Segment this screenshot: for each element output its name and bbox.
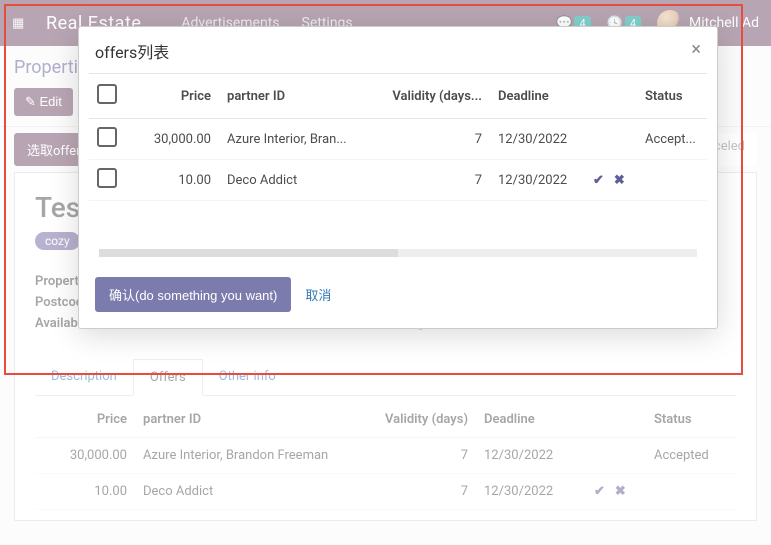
confirm-button[interactable]: 确认(do something you want) [95, 277, 291, 312]
cell-price: 30,000.00 [129, 119, 219, 160]
cell-validity: 7 [370, 119, 490, 160]
mcol-validity[interactable]: Validity (days... [370, 74, 490, 119]
row-checkbox[interactable] [97, 168, 117, 188]
cell-status [637, 160, 707, 201]
select-all-checkbox[interactable] [97, 84, 117, 104]
reject-icon[interactable]: ✖ [614, 173, 625, 188]
mcol-status[interactable]: Status [637, 74, 707, 119]
table-row[interactable]: 30,000.00Azure Interior, Bran...712/30/2… [89, 119, 707, 160]
modal-title: offers列表 [95, 39, 169, 63]
cell-validity: 7 [370, 160, 490, 201]
cell-partner: Azure Interior, Bran... [219, 119, 370, 160]
offers-modal: offers列表 × Price partner ID Validity (da… [78, 26, 718, 329]
cell-deadline: 12/30/2022 [490, 119, 585, 160]
table-row[interactable]: 10.00Deco Addict712/30/2022✔✖ [89, 160, 707, 201]
cell-deadline: 12/30/2022 [490, 160, 585, 201]
accept-icon[interactable]: ✔ [593, 173, 604, 188]
horizontal-scrollbar[interactable] [99, 249, 697, 257]
close-icon[interactable]: × [691, 39, 701, 63]
cell-price: 10.00 [129, 160, 219, 201]
cell-partner: Deco Addict [219, 160, 370, 201]
mcol-price[interactable]: Price [129, 74, 219, 119]
modal-offers-table: Price partner ID Validity (days... Deadl… [89, 73, 707, 201]
mcol-deadline[interactable]: Deadline [490, 74, 585, 119]
cell-actions [585, 119, 637, 160]
cell-status: Accept... [637, 119, 707, 160]
mcol-partner[interactable]: partner ID [219, 74, 370, 119]
row-checkbox[interactable] [97, 127, 117, 147]
cancel-link[interactable]: 取消 [305, 285, 331, 304]
cell-actions: ✔✖ [585, 160, 637, 201]
